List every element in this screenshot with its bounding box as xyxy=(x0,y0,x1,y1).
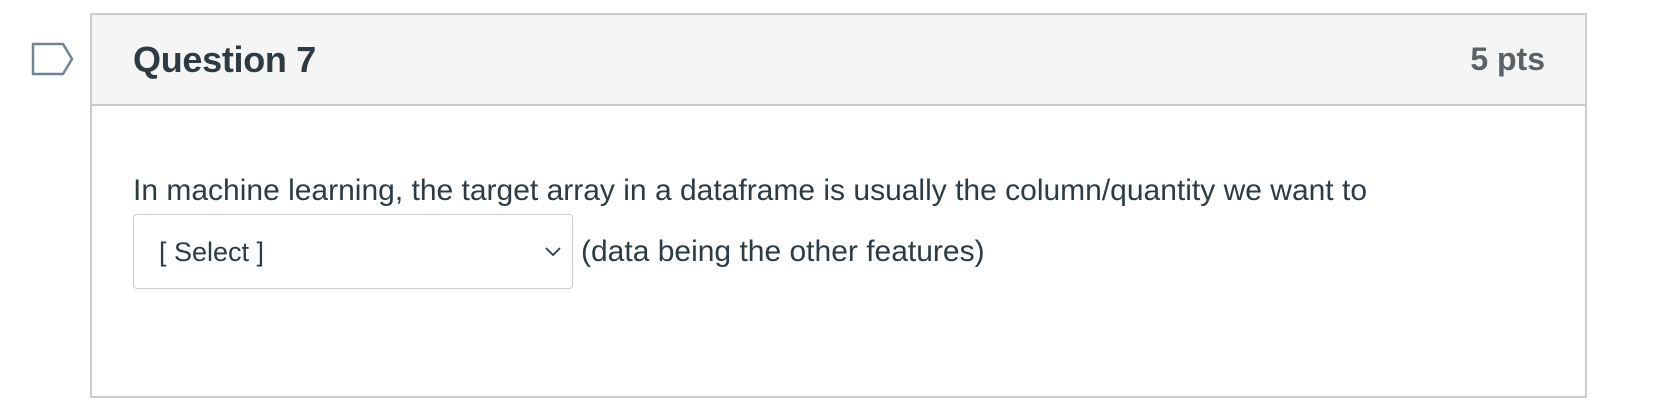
question-title: Question 7 xyxy=(133,38,317,80)
question-trailing-text: (data being the other features) xyxy=(581,234,985,268)
question-header: Question 7 5 pts xyxy=(92,15,1585,106)
question-points: 5 pts xyxy=(1470,41,1545,77)
question-prompt: In machine learning, the target array in… xyxy=(133,174,1367,207)
chevron-down-icon xyxy=(542,241,564,263)
question-body: In machine learning, the target array in… xyxy=(92,106,1585,289)
flag-question-icon[interactable] xyxy=(31,42,75,76)
question-card: Question 7 5 pts In machine learning, th… xyxy=(90,13,1587,398)
answer-select[interactable]: [ Select ] xyxy=(133,214,573,289)
select-value: [ Select ] xyxy=(159,236,265,267)
answer-line: [ Select ] (data being the other feature… xyxy=(133,214,1544,289)
